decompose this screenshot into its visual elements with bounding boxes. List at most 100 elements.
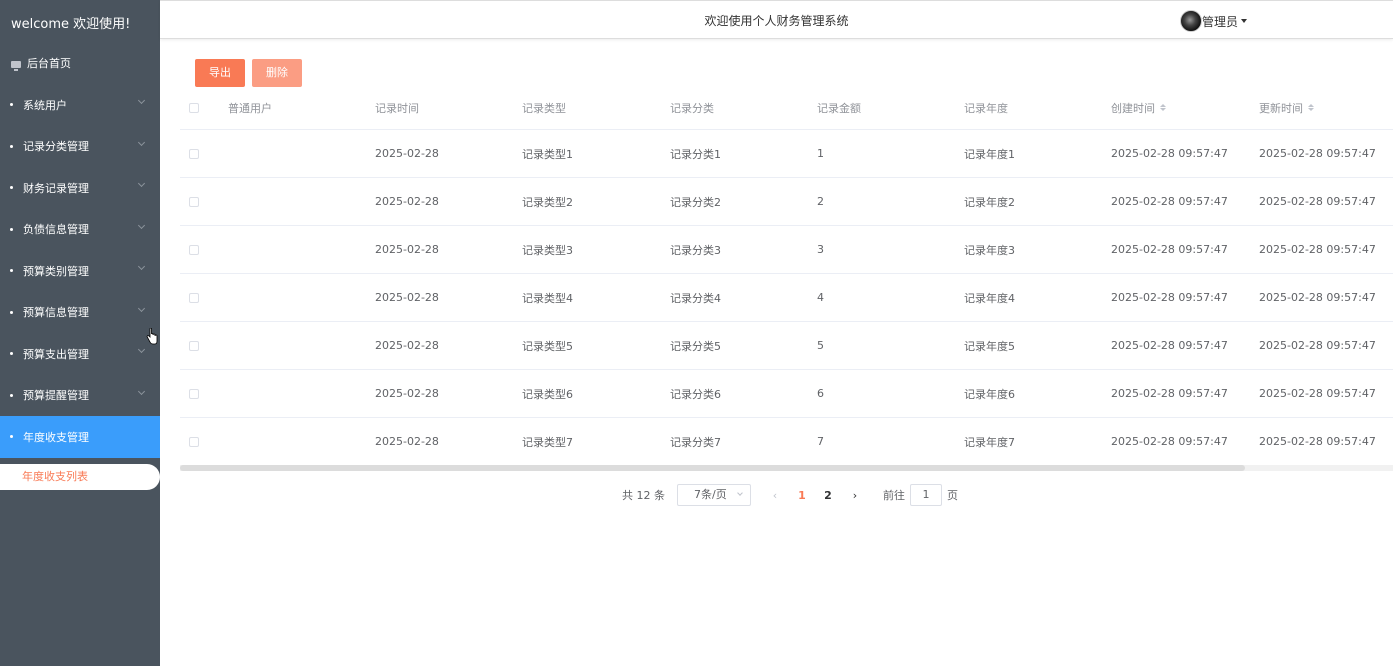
- checkbox-icon: [189, 388, 199, 399]
- checkbox-icon: [189, 196, 199, 207]
- chevron-down-icon: [137, 262, 146, 271]
- table-cell: 2025-02-28: [375, 147, 439, 160]
- table-cell: 2025-02-28 09:57:47: [1111, 387, 1228, 400]
- checkbox-icon: [189, 436, 199, 447]
- column-header-sortable[interactable]: 更新时间: [1259, 86, 1314, 129]
- top-header: 欢迎使用个人财务管理系统 管理员: [160, 0, 1393, 39]
- table-cell: 记录分类4: [670, 291, 721, 305]
- caret-down-icon: [1241, 19, 1248, 23]
- table-cell: 记录年度6: [964, 387, 1015, 401]
- table-header-row: 普通用户 记录时间 记录类型 记录分类 记录金额 记录年度 创建时间 更新时间: [180, 86, 1393, 130]
- goto-page-input[interactable]: 1: [910, 484, 942, 506]
- next-page-button[interactable]: ›: [841, 489, 869, 502]
- table-cell: 2025-02-28 09:57:47: [1111, 339, 1228, 352]
- table-cell: 2025-02-28: [375, 435, 439, 448]
- table-cell: 记录年度5: [964, 339, 1015, 353]
- row-checkbox[interactable]: [189, 226, 199, 273]
- sidebar-menu: 系统用户 记录分类管理 财务记录管理 负债信息管理 预算类别管理 预算信息管理 …: [0, 84, 160, 458]
- table-row: 2025-02-28 记录类型7 记录分类7 7 记录年度7 2025-02-28 09:…: [180, 418, 1393, 466]
- chevron-down-icon: [137, 179, 146, 188]
- row-checkbox[interactable]: [189, 130, 199, 177]
- table-cell: 4: [817, 291, 824, 304]
- column-header: 记录分类: [670, 101, 714, 115]
- horizontal-scrollbar[interactable]: [180, 465, 1393, 471]
- table-cell: 记录类型2: [522, 195, 573, 209]
- sidebar-item-annual-income[interactable]: 年度收支管理: [0, 416, 160, 458]
- export-button[interactable]: 导出: [195, 59, 245, 87]
- table-cell: 记录类型4: [522, 291, 573, 305]
- sidebar-item-finance-record[interactable]: 财务记录管理: [0, 167, 160, 209]
- page-size-select[interactable]: 7条/页: [677, 484, 751, 506]
- table-cell: 7: [817, 435, 824, 448]
- brand-title: welcome 欢迎使用!: [11, 17, 131, 32]
- sidebar-item-label: 系统用户: [23, 98, 67, 112]
- data-table: 普通用户 记录时间 记录类型 记录分类 记录金额 记录年度 创建时间 更新时间 …: [180, 86, 1393, 466]
- sort-icon[interactable]: [1160, 104, 1166, 111]
- column-header-sortable[interactable]: 创建时间: [1111, 86, 1166, 129]
- chevron-down-icon: [137, 345, 146, 354]
- chevron-down-icon: [137, 387, 146, 395]
- row-checkbox[interactable]: [189, 418, 199, 465]
- page-button[interactable]: 2: [815, 489, 841, 502]
- sidebar-item-budget-category[interactable]: 预算类别管理: [0, 250, 160, 292]
- monitor-icon: [11, 60, 21, 71]
- avatar: [1180, 10, 1202, 32]
- table-cell: 2025-02-28 09:57:47: [1259, 195, 1376, 208]
- sidebar-item-label: 预算类别管理: [23, 264, 89, 278]
- submenu-item-annual-income-list[interactable]: 年度收支列表: [0, 464, 160, 490]
- table-row: 2025-02-28 记录类型5 记录分类5 5 记录年度5 2025-02-28 09:…: [180, 322, 1393, 370]
- sidebar-item-record-category[interactable]: 记录分类管理: [0, 126, 160, 168]
- sidebar-item-system-users[interactable]: 系统用户: [0, 84, 160, 126]
- row-checkbox[interactable]: [189, 322, 199, 369]
- column-header: 记录类型: [522, 101, 566, 115]
- table-cell: 记录类型3: [522, 243, 573, 257]
- checkbox-icon: [189, 244, 199, 255]
- bullet-icon: [10, 269, 13, 273]
- table-cell: 记录分类7: [670, 435, 721, 449]
- sort-icon[interactable]: [1308, 104, 1314, 111]
- chevron-down-icon: [137, 221, 146, 229]
- goto-label: 前往: [883, 489, 905, 502]
- pagination: 共 12 条 7条/页 ‹ 1 2 › 前往 1 页: [622, 484, 958, 506]
- bullet-icon: [10, 435, 13, 439]
- table-cell: 2025-02-28 09:57:47: [1111, 291, 1228, 304]
- user-menu[interactable]: 管理员: [1180, 10, 1248, 32]
- table-cell: 2025-02-28 09:57:47: [1111, 435, 1228, 448]
- row-checkbox[interactable]: [189, 178, 199, 225]
- sidebar-item-budget-expense[interactable]: 预算支出管理: [0, 333, 160, 375]
- row-checkbox[interactable]: [189, 274, 199, 321]
- table-cell: 3: [817, 243, 824, 256]
- page-button[interactable]: 1: [789, 489, 815, 502]
- sidebar-item-debt-info[interactable]: 负债信息管理: [0, 209, 160, 251]
- table-cell: 2025-02-28: [375, 243, 439, 256]
- sidebar-item-budget-info[interactable]: 预算信息管理: [0, 292, 160, 334]
- column-header-label: 创建时间: [1111, 101, 1155, 115]
- sidebar-item-label: 负债信息管理: [23, 223, 89, 237]
- total-count: 共 12 条: [622, 489, 665, 502]
- delete-button[interactable]: 删除: [252, 59, 302, 87]
- table-cell: 记录年度4: [964, 291, 1015, 305]
- table-cell: 2025-02-28 09:57:47: [1259, 147, 1376, 160]
- sidebar-item-label: 年度收支管理: [23, 430, 89, 444]
- page-size-value: 7条/页: [694, 488, 727, 501]
- page-suffix: 页: [947, 489, 958, 502]
- sidebar-item-label: 预算提醒管理: [23, 389, 89, 403]
- table-row: 2025-02-28 记录类型1 记录分类1 1 记录年度1 2025-02-28 09:…: [180, 130, 1393, 178]
- prev-page-button[interactable]: ‹: [761, 489, 789, 502]
- table-cell: 2025-02-28: [375, 339, 439, 352]
- table-cell: 记录年度2: [964, 195, 1015, 209]
- sidebar-item-home[interactable]: 后台首页: [0, 50, 160, 78]
- select-all-checkbox[interactable]: [189, 86, 199, 129]
- sidebar-item-label: 财务记录管理: [23, 181, 89, 195]
- column-header-label: 更新时间: [1259, 101, 1303, 115]
- row-checkbox[interactable]: [189, 370, 199, 417]
- table-cell: 2025-02-28: [375, 195, 439, 208]
- table-cell: 2025-02-28: [375, 291, 439, 304]
- table-cell: 2025-02-28 09:57:47: [1111, 147, 1228, 160]
- sidebar-item-budget-reminder[interactable]: 预算提醒管理: [0, 375, 160, 417]
- table-cell: 记录分类5: [670, 339, 721, 353]
- scrollbar-thumb[interactable]: [180, 465, 1245, 471]
- sidebar-item-label: 记录分类管理: [23, 140, 89, 154]
- table-cell: 5: [817, 339, 824, 352]
- table-cell: 记录年度1: [964, 147, 1015, 161]
